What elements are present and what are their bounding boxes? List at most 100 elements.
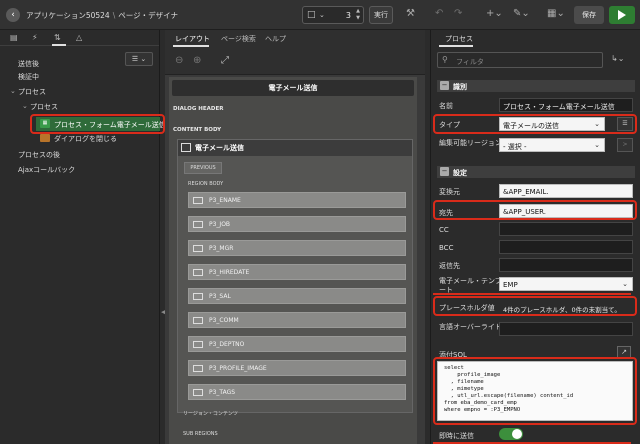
text-field-icon	[193, 269, 203, 276]
language-override-field[interactable]	[499, 322, 633, 336]
save-button[interactable]: 保存	[574, 6, 604, 24]
highlight-box	[433, 357, 637, 425]
page-item[interactable]: P3_ENAME	[188, 192, 406, 208]
text-field-icon	[193, 341, 203, 348]
chevron-down-icon: ⌄	[622, 280, 628, 288]
search-icon: ⚲	[442, 55, 448, 64]
group-settings[interactable]: − 設定	[437, 166, 635, 178]
active-tab-indicator	[439, 45, 473, 47]
tree-menu-button[interactable]: ☰ ⌄	[125, 52, 153, 66]
go-to-group-icon[interactable]: ↳⌄	[611, 54, 624, 63]
tab-help[interactable]: ヘルプ	[265, 34, 286, 44]
utilities-menu-icon[interactable]: ✎⌄	[513, 8, 530, 19]
text-field-icon	[193, 197, 203, 204]
rendering-tab-icon[interactable]: ▤	[10, 33, 18, 42]
right-tabs: プロセス	[431, 30, 640, 47]
breadcrumb-app[interactable]: アプリケーション50524	[26, 11, 110, 20]
undo-icon[interactable]: ↶	[435, 8, 443, 19]
previous-position[interactable]: PREVIOUS	[184, 162, 222, 174]
chevron-down-icon[interactable]: ⌄	[319, 11, 325, 19]
expand-icon[interactable]: ⤢	[221, 55, 229, 66]
play-icon	[618, 10, 626, 20]
item-label: P3_COMM	[209, 317, 239, 324]
item-label: P3_JOB	[209, 221, 231, 228]
image-icon	[193, 365, 203, 372]
email-region[interactable]: 電子メール送信 PREVIOUS REGION BODY P3_ENAME P3…	[177, 139, 413, 413]
item-label: P3_MGR	[209, 245, 234, 252]
cc-field[interactable]	[499, 222, 633, 236]
label-editable-region: 編集可能リージョン	[439, 139, 502, 147]
group-identification[interactable]: − 識別	[437, 80, 635, 92]
lock-icon[interactable]: ⚒	[406, 8, 415, 19]
collapse-icon[interactable]: ⌄	[10, 87, 16, 95]
from-field[interactable]: &APP_EMAIL.	[499, 184, 633, 198]
label-name: 名前	[439, 102, 453, 110]
collapse-icon: −	[440, 167, 449, 176]
dynamic-actions-tab-icon[interactable]: ⚡	[32, 33, 38, 42]
tab-process[interactable]: プロセス	[445, 34, 473, 44]
highlight-underline	[433, 293, 631, 295]
email-template-select[interactable]: EMP ⌄	[499, 277, 633, 291]
tree-item-ajax-callback[interactable]: Ajaxコールバック	[18, 165, 75, 175]
content-body-label: CONTENT BODY	[173, 127, 222, 133]
page-item[interactable]: P3_PROFILE_IMAGE	[188, 360, 406, 376]
redo-icon[interactable]: ↷	[454, 8, 462, 19]
tree-item-after-processing[interactable]: プロセスの後	[18, 150, 60, 160]
text-field-icon	[193, 293, 203, 300]
spinner-icon[interactable]: ▲ ▼	[356, 8, 360, 22]
item-label: P3_SAL	[209, 293, 231, 300]
reply-to-field[interactable]	[499, 258, 633, 272]
group-title: 設定	[453, 169, 467, 177]
page-selector[interactable]: □ ⌄ 3 ▲ ▼	[302, 6, 364, 24]
page-item[interactable]: P3_COMM	[188, 312, 406, 328]
run-button[interactable]	[609, 6, 635, 24]
tab-page-search[interactable]: ページ検索	[221, 34, 256, 44]
collapse-icon[interactable]: ⌄	[22, 102, 28, 110]
breadcrumb-page-designer: ページ・デザイナ	[118, 11, 178, 20]
region-icon	[181, 143, 191, 152]
name-field[interactable]: プロセス・フォーム電子メール送信	[499, 98, 633, 112]
page-icon: □	[307, 10, 316, 20]
run-page-button[interactable]: 実行	[369, 6, 393, 24]
zoom-in-icon[interactable]: ⊕	[193, 55, 201, 66]
bcc-field[interactable]	[499, 240, 633, 254]
tree-item-processes[interactable]: プロセス	[30, 102, 58, 112]
page-item[interactable]: P3_MGR	[188, 240, 406, 256]
filter-input[interactable]: ⚲ フィルタ	[437, 52, 603, 68]
page-item[interactable]: P3_DEPTNO	[188, 336, 406, 352]
middle-tabs: レイアウト ページ検索 ヘルプ	[165, 30, 425, 47]
editable-region-select[interactable]: - 選択 - ⌄	[499, 138, 605, 152]
tree-item-processing[interactable]: プロセス	[18, 87, 46, 97]
tab-layout[interactable]: レイアウト	[175, 34, 210, 44]
back-arrow-icon[interactable]: ‹	[6, 8, 20, 22]
tree-item-validating[interactable]: 検証中	[18, 72, 39, 82]
region-body-label: REGION BODY	[188, 181, 224, 187]
active-tab-indicator	[52, 44, 66, 46]
page-title[interactable]: 電子メール送信	[172, 80, 414, 96]
go-to-region-button[interactable]: >	[617, 138, 633, 152]
tree-item-close-dialog[interactable]: ダイアログを閉じる	[54, 134, 117, 144]
processing-tab-icon[interactable]: ⇅	[54, 33, 61, 42]
shared-components-tab-icon[interactable]: △	[76, 33, 82, 42]
chevron-down-icon: ⌄	[594, 141, 600, 149]
sub-regions-label: SUB REGIONS	[183, 431, 218, 437]
breadcrumb: アプリケーション50524 \ ページ・デザイナ	[26, 11, 178, 20]
editable-region-value: - 選択 -	[503, 143, 527, 151]
send-immediately-toggle[interactable]	[499, 428, 523, 440]
highlight-box	[30, 114, 165, 134]
page-item[interactable]: P3_SAL	[188, 288, 406, 304]
label-send-immediately: 即時に送信	[439, 432, 474, 440]
grid-menu-icon[interactable]: ▦⌄	[547, 8, 565, 19]
page-item[interactable]: P3_TAGS	[188, 384, 406, 400]
page-number-input[interactable]: 3	[346, 11, 351, 20]
add-menu-icon[interactable]: +⌄	[486, 8, 503, 19]
zoom-out-icon[interactable]: ⊖	[175, 55, 183, 66]
label-bcc: BCC	[439, 244, 454, 252]
page-item[interactable]: P3_HIREDATE	[188, 264, 406, 280]
layout-toolbar: ⊖ ⊕ ⤢	[165, 47, 425, 75]
layout-canvas: 電子メール送信 DIALOG HEADER CONTENT BODY 電子メール…	[169, 77, 417, 444]
page-item[interactable]: P3_JOB	[188, 216, 406, 232]
left-tabs: ▤ ⚡ ⇅ △	[0, 30, 159, 46]
tree-item-after-submit[interactable]: 送信後	[18, 59, 39, 69]
group-title: 識別	[453, 83, 467, 91]
